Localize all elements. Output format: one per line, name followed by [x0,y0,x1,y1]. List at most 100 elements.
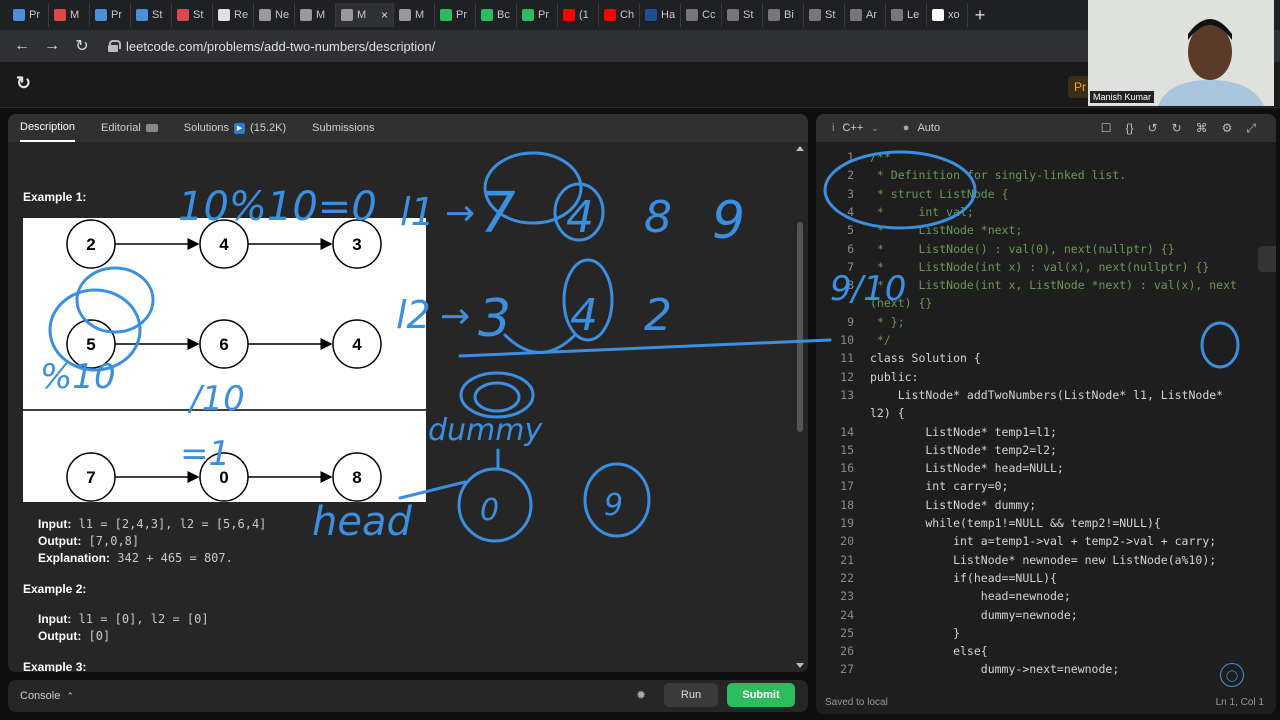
tab-title: St [152,9,163,21]
tab-favicon-icon [809,9,821,21]
console-label[interactable]: Console [20,690,60,702]
line-number: 22 [840,570,854,585]
tab-description[interactable]: Description [20,114,76,142]
format-icon[interactable]: {} [1125,121,1133,136]
node-label: 6 [219,335,228,354]
browser-tab[interactable]: (1 [558,3,599,27]
browser-tab[interactable]: M [49,3,90,27]
url-text: leetcode.com/problems/add-two-numbers/de… [126,38,436,54]
node-label: 8 [352,468,361,487]
browser-tab[interactable]: Re [213,3,254,27]
scroll-down-icon[interactable] [796,663,804,668]
reset-icon[interactable]: ↺ [1148,121,1158,136]
browser-tab[interactable]: Pr [8,3,49,27]
tab-favicon-icon [341,9,353,21]
tab-title: St [825,9,836,21]
line-number: 10 [840,333,854,347]
input-label: Input: [38,517,72,531]
problem-tabs: Description Editorial Solutions ▶ (15.2K) … [8,114,808,142]
browser-tab[interactable]: Le [886,3,927,27]
run-button[interactable]: Run [664,683,718,707]
browser-tab[interactable]: Ha [640,3,681,27]
leetcode-logo-icon[interactable]: ↻ [16,73,38,95]
tab-editorial[interactable]: Editorial [101,114,158,142]
tab-title: Bc [497,9,510,21]
browser-tab[interactable]: St [172,3,213,27]
node-label: 0 [219,468,228,487]
reload-icon[interactable]: ↻ [70,34,94,58]
browser-tab[interactable]: St [804,3,845,27]
example1-input: l1 = [2,4,3], l2 = [5,6,4] [78,517,267,531]
browser-tab[interactable]: M [394,3,435,27]
browser-tab[interactable]: xo [927,3,968,27]
tab-favicon-icon [95,9,107,21]
tab-title: Pr [111,9,122,21]
bookmark-icon[interactable]: ☐ [1101,121,1112,136]
line-number: 2 [847,168,854,183]
tab-favicon-icon [727,9,739,21]
tab-solutions[interactable]: Solutions ▶ (15.2K) [184,114,286,142]
line-number: 9 [847,314,854,329]
tab-submissions[interactable]: Submissions [312,114,374,142]
mode-label[interactable]: Auto [917,122,940,134]
node-label: 2 [86,235,95,254]
code-line: } [870,625,961,640]
chevron-up-icon[interactable]: ⌃ [66,691,74,702]
tab-title: Le [907,9,920,21]
browser-tab[interactable]: Pr [90,3,131,27]
tab-submissions-label: Submissions [312,122,375,134]
chevron-down-icon[interactable]: ⌄ [871,123,879,134]
browser-tab[interactable]: Pr [435,3,476,27]
browser-tab[interactable]: St [722,3,763,27]
editor-toolbar: i C++ ⌄ ● Auto ☐ {} ↺ ↻ ⌘ ⚙ ⤢ [816,114,1276,142]
browser-tab[interactable]: St [131,3,172,27]
tab-favicon-icon [891,9,903,21]
code-area[interactable]: 1 /** 2 * Definition for singly-linked lis… [816,150,1276,690]
expand-icon[interactable]: ⤢ [1246,121,1256,136]
example3-title: Example 3: [23,660,87,672]
browser-tab[interactable]: Bi [763,3,804,27]
scroll-thumb[interactable] [797,222,803,432]
bug-icon[interactable]: ✹ [636,688,648,702]
tab-favicon-icon [686,9,698,21]
chat-icon[interactable]: ◯ [1220,663,1244,687]
code-line: int carry=0; [870,479,1009,494]
submit-button[interactable]: Submit [727,683,795,707]
notes-icon[interactable] [1258,246,1276,272]
forward-icon[interactable]: → [40,34,64,58]
browser-tab[interactable]: M [295,3,336,27]
tab-title: Bi [784,9,794,21]
close-tab-icon[interactable]: × [381,8,388,22]
tab-editorial-label: Editorial [101,122,141,134]
line-number: 25 [840,625,854,640]
browser-tab[interactable]: Ch [599,3,640,27]
scroll-up-icon[interactable] [796,146,804,151]
node-label: 4 [219,235,229,254]
description-body: Example 1: 2 4 3 5 6 4 7 0 8 Input: l1 =… [8,142,808,672]
tab-title: Ar [866,9,877,21]
shortcut-icon[interactable]: ⌘ [1196,121,1208,136]
tab-favicon-icon [399,9,411,21]
description-scrollbar[interactable] [796,142,804,672]
browser-tab[interactable]: M × [336,3,394,27]
browser-tab[interactable]: Ne [254,3,295,27]
output-label: Output: [38,534,82,548]
code-line: ListNode* newnode= new ListNode(a%10); [870,552,1217,567]
new-tab-button[interactable]: + [968,3,992,27]
node-label: 4 [352,335,362,354]
tab-favicon-icon [645,9,657,21]
tab-favicon-icon [932,9,944,21]
tab-description-label: Description [20,121,76,133]
code-line: class Solution { [870,351,981,366]
browser-tab[interactable]: Ar [845,3,886,27]
settings-icon[interactable]: ⚙ [1222,121,1233,136]
browser-tab[interactable]: Bc [476,3,517,27]
browser-tab[interactable]: Pr [517,3,558,27]
back-icon[interactable]: ← [10,34,34,58]
language-select[interactable]: C++ [842,122,863,134]
tab-favicon-icon [604,9,616,21]
browser-tab[interactable]: Cc [681,3,722,27]
url-field[interactable]: leetcode.com/problems/add-two-numbers/de… [108,39,435,54]
retry-icon[interactable]: ↻ [1172,121,1182,136]
tab-favicon-icon [481,9,493,21]
